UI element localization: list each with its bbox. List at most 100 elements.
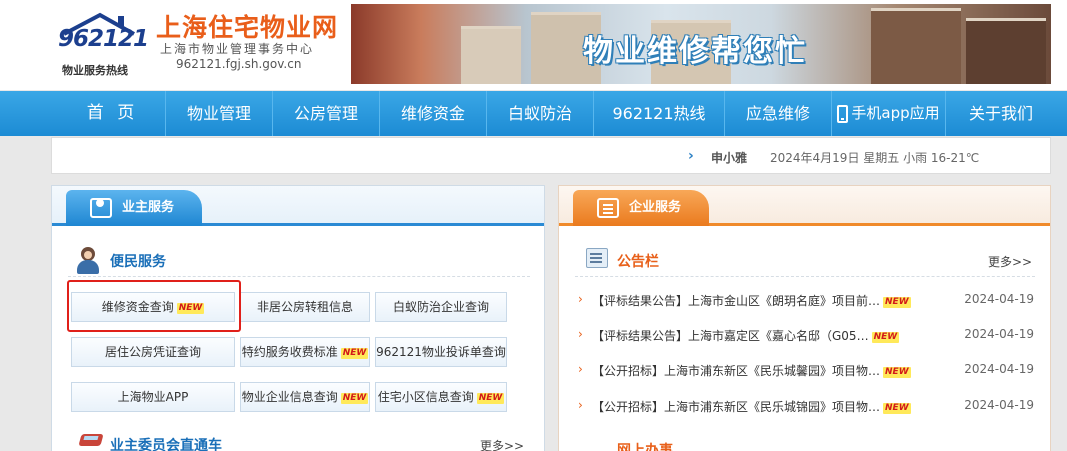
section-divider <box>575 276 1035 277</box>
logo-hotline: 物业服务热线 <box>62 64 128 77</box>
weather-info: 2024年4月19日 星期五 小雨 16-21℃ <box>770 151 980 165</box>
nav-hotline[interactable]: 962121热线 <box>594 91 725 136</box>
notice-date: 2024-04-19 <box>964 327 1034 341</box>
tab-enterprise-service[interactable]: 企业服务 <box>573 190 709 226</box>
nav-label: 白蚁防治 <box>507 104 572 123</box>
nav-public-housing[interactable]: 公房管理 <box>273 91 380 136</box>
tab-label: 业主服务 <box>122 200 175 215</box>
complaint-query-button[interactable]: 962121物业投诉单查询 <box>375 337 507 367</box>
button-label: 非居公房转租信息 <box>256 300 353 314</box>
banner-building <box>966 18 1046 84</box>
nav-label: 维修资金 <box>400 104 465 123</box>
bullet-icon: › <box>578 327 583 341</box>
notice-date: 2024-04-19 <box>964 362 1034 376</box>
notice-text: 【公开招标】上海市浦东新区《民乐城锦园》项目物… <box>592 400 881 414</box>
site-logo[interactable]: 962121 物业服务热线 <box>52 10 149 77</box>
notice-date: 2024-04-19 <box>964 398 1034 412</box>
nav-label: 公房管理 <box>293 104 358 123</box>
weather-bar: › 申小雅 2024年4月19日 星期五 小雨 16-21℃ <box>51 137 1051 174</box>
board-frame <box>586 248 608 268</box>
committee-more-link[interactable]: 更多>> <box>480 437 524 451</box>
bullet-icon: › <box>578 362 583 376</box>
section-title-convenience: 便民服务 <box>110 254 166 270</box>
bulletin-board-icon <box>584 246 610 272</box>
notice-item[interactable]: › 【评标结果公告】上海市嘉定区《嘉心名邸（G05… NEW 2024-04-19 <box>578 327 1034 347</box>
user-icon <box>90 198 112 218</box>
online-services-title: 网上办事 <box>617 443 673 451</box>
notice-board-title: 公告栏 <box>617 254 659 270</box>
nav-emergency-repair[interactable]: 应急维修 <box>725 91 832 136</box>
public-housing-certificate-button[interactable]: 居住公房凭证查询 <box>71 337 235 367</box>
logo-number: 962121 <box>58 26 149 52</box>
bullet-icon: › <box>578 398 583 412</box>
notice-item[interactable]: › 【评标结果公告】上海市金山区《朗玥名庭》项目前… NEW 2024-04-19 <box>578 292 1034 312</box>
site-subtitle: 上海市物业管理事务中心 <box>160 42 315 56</box>
nav-label: 物业管理 <box>186 104 251 123</box>
button-label: 962121物业投诉单查询 <box>376 345 506 359</box>
new-badge: NEW <box>883 367 911 378</box>
site-title: 上海住宅物业网 <box>156 13 339 42</box>
main-nav: 首 页 物业管理 公房管理 维修资金 白蚁防治 962121热线 应急维修 手机… <box>0 91 1067 136</box>
shanghai-property-app-button[interactable]: 上海物业APP <box>71 382 235 412</box>
service-person-icon <box>76 247 100 275</box>
notice-date: 2024-04-19 <box>964 292 1034 306</box>
new-badge: NEW <box>476 393 505 404</box>
button-label: 居住公房凭证查询 <box>104 345 201 359</box>
tab-owner-service[interactable]: 业主服务 <box>66 190 202 226</box>
notice-text: 【评标结果公告】上海市嘉定区《嘉心名邸（G05… <box>592 329 869 343</box>
button-label: 物业企业信息查询 <box>241 390 338 404</box>
notice-text: 【公开招标】上海市浦东新区《民乐城馨园》项目物… <box>592 364 881 378</box>
residential-community-info-button[interactable]: 住宅小区信息查询 NEW <box>375 382 507 412</box>
person-face <box>84 251 92 259</box>
nav-maintenance-fund[interactable]: 维修资金 <box>380 91 487 136</box>
notice-item[interactable]: › 【公开招标】上海市浦东新区《民乐城馨园》项目物… NEW 2024-04-19 <box>578 362 1034 382</box>
termite-company-query-button[interactable]: 白蚁防治企业查询 <box>375 292 507 322</box>
bus-icon <box>78 430 104 451</box>
new-badge: NEW <box>883 403 911 414</box>
nav-mobile-app[interactable]: 手机app应用 <box>832 91 946 136</box>
non-residential-sublet-button[interactable]: 非居公房转租信息 <box>240 292 370 322</box>
property-company-info-button[interactable]: 物业企业信息查询 NEW <box>240 382 370 412</box>
button-label: 特约服务收费标准 <box>241 345 338 359</box>
new-badge: NEW <box>340 393 369 404</box>
board-lines <box>590 253 602 255</box>
new-badge: NEW <box>340 348 369 359</box>
new-badge: NEW <box>871 332 900 343</box>
notice-item[interactable]: › 【公开招标】上海市浦东新区《民乐城锦园》项目物… NEW 2024-04-19 <box>578 398 1034 418</box>
site-header: 962121 物业服务热线 上海住宅物业网 上海市物业管理事务中心 962121… <box>0 0 1067 90</box>
banner-slogan: 物业维修帮您忙 <box>583 34 807 69</box>
button-label: 白蚁防治企业查询 <box>392 300 489 314</box>
highlight-annotation <box>67 280 241 332</box>
nav-about-us[interactable]: 关于我们 <box>946 91 1056 136</box>
nav-label: 关于我们 <box>968 104 1033 123</box>
nav-label: 962121热线 <box>612 104 706 123</box>
weather-source: 申小雅 <box>711 151 748 165</box>
bus-window <box>83 436 99 440</box>
panel-header: 业主服务 <box>52 186 544 226</box>
banner-building <box>461 26 521 84</box>
header-banner: 物业维修帮您忙 <box>351 4 1051 84</box>
button-label: 住宅小区信息查询 <box>377 390 474 404</box>
special-service-fees-button[interactable]: 特约服务收费标准 NEW <box>240 337 370 367</box>
tab-label: 企业服务 <box>629 200 682 215</box>
notice-text: 【评标结果公告】上海市金山区《朗玥名庭》项目前… <box>592 294 881 308</box>
nav-label: 手机app应用 <box>851 104 940 122</box>
nav-property-management[interactable]: 物业管理 <box>166 91 273 136</box>
mobile-phone-icon <box>837 104 849 123</box>
nav-label: 应急维修 <box>745 104 810 123</box>
nav-home[interactable]: 首 页 <box>60 91 166 136</box>
panel-header: 企业服务 <box>559 186 1050 226</box>
banner-building <box>871 8 961 84</box>
section-divider <box>68 276 530 277</box>
document-icon <box>597 198 619 218</box>
button-label: 上海物业APP <box>117 390 189 404</box>
nav-termite-control[interactable]: 白蚁防治 <box>487 91 594 136</box>
section-title-committee: 业主委员会直通车 <box>110 438 222 451</box>
notice-more-link[interactable]: 更多>> <box>988 253 1032 270</box>
site-url: 962121.fgj.sh.gov.cn <box>176 57 302 71</box>
bullet-icon: › <box>578 292 583 306</box>
person-body <box>77 260 99 274</box>
chevron-right-icon: › <box>688 148 694 164</box>
new-badge: NEW <box>883 297 911 308</box>
nav-label: 首 页 <box>86 103 139 123</box>
